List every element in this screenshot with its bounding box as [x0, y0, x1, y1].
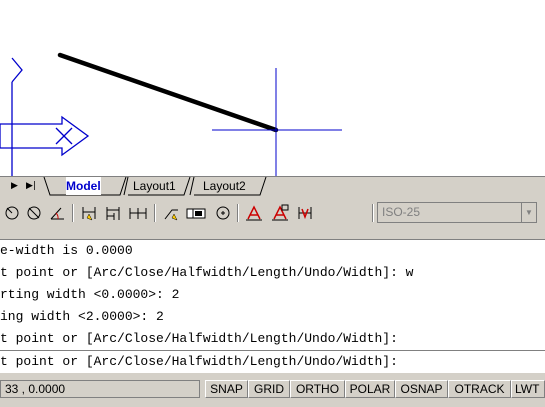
chevron-down-icon[interactable]: ▼: [521, 203, 536, 222]
layout-tab-bar: ▶ ▶| Model Layout1 Layout2: [0, 176, 545, 196]
snap-toggle[interactable]: SNAP: [205, 380, 248, 398]
toolbar-separator: [72, 204, 74, 222]
command-history-line: t point or [Arc/Close/Halfwidth/Length/U…: [0, 331, 398, 346]
ortho-toggle[interactable]: ORTHO: [290, 380, 345, 398]
dimension-toolbar: ISO-25 ▼: [0, 196, 545, 240]
dim-update-icon[interactable]: [294, 202, 318, 224]
command-history-line: ing width <2.0000>: 2: [0, 309, 164, 324]
polyline-segment[interactable]: [57, 52, 279, 133]
osnap-toggle[interactable]: OSNAP: [395, 380, 448, 398]
drawing-canvas[interactable]: [0, 0, 545, 176]
tolerance-icon[interactable]: [184, 202, 208, 224]
dim-continue-icon[interactable]: [126, 202, 150, 224]
lineweight-toggle[interactable]: LWT: [511, 380, 545, 398]
tab-layout1[interactable]: Layout1: [133, 177, 176, 195]
dim-style-value: ISO-25: [382, 205, 421, 219]
quick-dim-icon[interactable]: [78, 202, 100, 224]
polar-toggle[interactable]: POLAR: [345, 380, 395, 398]
command-history-line: rting width <0.0000>: 2: [0, 287, 180, 302]
quick-leader-icon[interactable]: [160, 202, 182, 224]
crosshair-cursor: [212, 68, 342, 176]
center-mark-icon[interactable]: [212, 202, 234, 224]
dim-angular-icon[interactable]: [46, 202, 68, 224]
dim-radius-icon[interactable]: [2, 202, 22, 224]
ucs-icon: [0, 57, 90, 176]
dim-diameter-icon[interactable]: [24, 202, 44, 224]
toolbar-separator: [154, 204, 156, 222]
toolbar-separator: [237, 204, 239, 222]
command-history-line: e-width is 0.0000: [0, 243, 133, 258]
coordinate-readout: 33 , 0.0000: [0, 380, 200, 398]
dim-text-edit-icon[interactable]: [268, 202, 292, 224]
command-history-line: t point or [Arc/Close/Halfwidth/Length/U…: [0, 265, 414, 280]
command-window[interactable]: e-width is 0.0000 t point or [Arc/Close/…: [0, 240, 545, 372]
command-prompt-input[interactable]: t point or [Arc/Close/Halfwidth/Length/U…: [0, 351, 398, 372]
status-bar: 33 , 0.0000 SNAP GRID ORTHO POLAR OSNAP …: [0, 372, 545, 407]
dim-style-select[interactable]: ISO-25 ▼: [377, 202, 537, 223]
dim-baseline-icon[interactable]: [102, 202, 124, 224]
dim-edit-icon[interactable]: [242, 202, 266, 224]
grid-toggle[interactable]: GRID: [248, 380, 290, 398]
tab-model[interactable]: Model: [66, 177, 101, 195]
otrack-toggle[interactable]: OTRACK: [448, 380, 511, 398]
tab-layout2[interactable]: Layout2: [203, 177, 246, 195]
toolbar-separator: [372, 204, 374, 222]
